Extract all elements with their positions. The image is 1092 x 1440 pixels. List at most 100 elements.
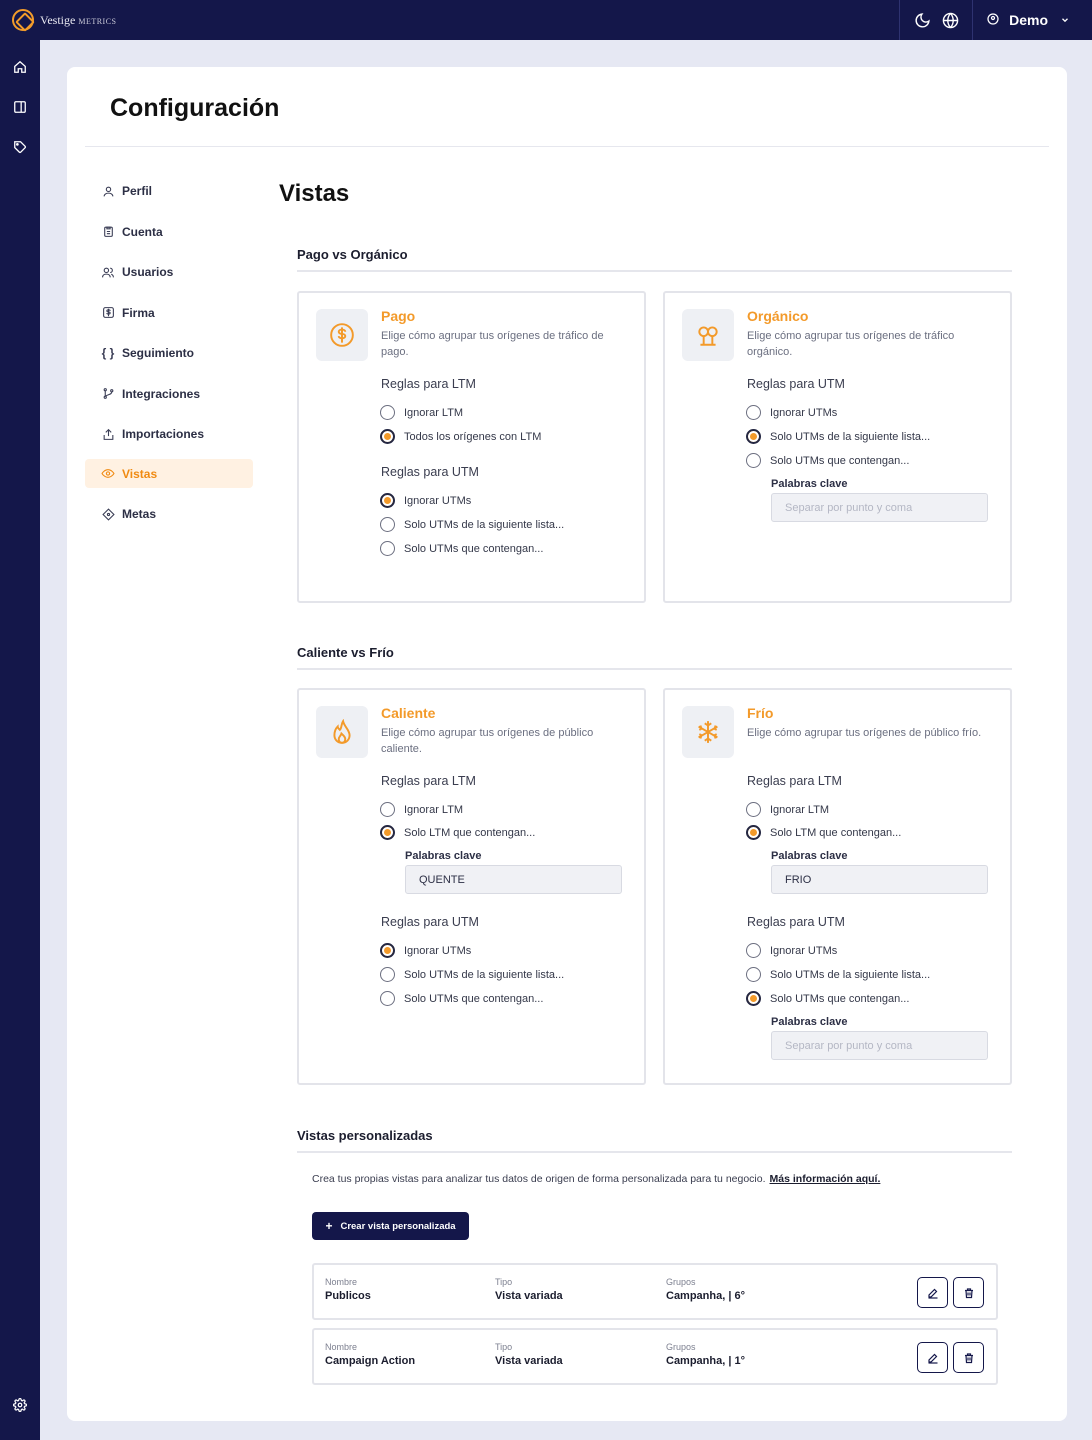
- radio-icon: [380, 405, 395, 420]
- cell-label: Grupos: [666, 1277, 696, 1287]
- keywords-label: Palabras clave: [405, 850, 482, 862]
- radio-utms-lista[interactable]: Solo UTMs de la siguiente lista...: [380, 967, 564, 982]
- rules-utm-heading: Reglas para UTM: [747, 915, 845, 929]
- delete-button[interactable]: [953, 1277, 984, 1308]
- radio-ltm-contengan[interactable]: Solo LTM que contengan...: [380, 825, 535, 840]
- radio-ignorar-utms[interactable]: Ignorar UTMs: [746, 943, 837, 958]
- radio-ignorar-ltm[interactable]: Ignorar LTM: [380, 405, 463, 420]
- radio-utms-lista[interactable]: Solo UTMs de la siguiente lista...: [380, 517, 564, 532]
- cell-label: Grupos: [666, 1342, 696, 1352]
- top-bar: Vestige Metrics Demo: [0, 0, 1092, 40]
- section-title-paid-organic: Pago vs Orgánico: [297, 247, 408, 262]
- nav-item-cuenta[interactable]: Cuenta: [85, 212, 253, 252]
- cell-value: Campaign Action: [325, 1355, 416, 1367]
- radio-icon: [746, 802, 761, 817]
- radio-label: Ignorar UTMs: [404, 944, 472, 957]
- brand-logo[interactable]: Vestige Metrics: [12, 9, 117, 31]
- radio-utms-lista[interactable]: Solo UTMs de la siguiente lista...: [746, 967, 930, 982]
- nav-item-importaciones[interactable]: Importaciones: [85, 414, 253, 454]
- keywords-input[interactable]: Separar por punto y coma: [771, 1031, 988, 1060]
- keywords-input[interactable]: Separar por punto y coma: [771, 493, 988, 522]
- intro-text: Crea tus propias vistas para analizar tu…: [312, 1173, 766, 1185]
- plus-icon: +: [325, 1219, 333, 1233]
- radio-utms-lista[interactable]: Solo UTMs de la siguiente lista...: [746, 429, 930, 444]
- tag-icon[interactable]: [10, 137, 30, 157]
- nav-item-perfil[interactable]: Perfil: [85, 171, 253, 211]
- radio-icon: [746, 453, 761, 468]
- section-heading: Vistas: [279, 180, 350, 207]
- flame-icon: [316, 706, 368, 758]
- radio-label: Solo UTMs que contengan...: [770, 992, 910, 1005]
- radio-utms-contengan[interactable]: Solo UTMs que contengan...: [746, 453, 909, 468]
- radio-todos-origenes-ltm[interactable]: Todos los orígenes con LTM: [380, 429, 541, 444]
- panel-caliente: Caliente Elige cómo agrupar tus orígenes…: [297, 688, 646, 1085]
- radio-label: Ignorar UTMs: [770, 944, 838, 957]
- cell-label: Tipo: [495, 1342, 513, 1352]
- nav-item-integraciones[interactable]: Integraciones: [85, 374, 253, 414]
- gear-icon[interactable]: [10, 1395, 30, 1415]
- nav-label: Firma: [122, 305, 155, 320]
- edit-button[interactable]: [917, 1277, 948, 1308]
- cell-value: Campanha, | 6°: [666, 1290, 745, 1302]
- radio-label: Solo UTMs de la siguiente lista...: [404, 968, 565, 981]
- radio-icon: [380, 825, 395, 840]
- nav-label: Vistas: [122, 466, 158, 481]
- radio-utms-contengan[interactable]: Solo UTMs que contengan...: [380, 541, 543, 556]
- cell-label: Nombre: [325, 1277, 358, 1287]
- panel-icon[interactable]: [10, 97, 30, 117]
- panel-title: Frío: [747, 705, 774, 721]
- panel-description: Elige cómo agrupar tus orígenes de públi…: [381, 727, 594, 755]
- user-menu[interactable]: Demo: [973, 12, 1092, 28]
- radio-label: Solo UTMs de la siguiente lista...: [770, 430, 931, 443]
- divider: [297, 1151, 1012, 1153]
- radio-icon: [746, 825, 761, 840]
- cell-groups: Grupos Campanha, | 6°: [666, 1277, 745, 1302]
- cell-value: Publicos: [325, 1290, 371, 1302]
- keywords-label: Palabras clave: [771, 1016, 848, 1028]
- divider: [85, 146, 1049, 147]
- rules-utm-heading: Reglas para UTM: [381, 915, 479, 929]
- radio-utms-contengan[interactable]: Solo UTMs que contengan...: [746, 991, 909, 1006]
- keywords-input[interactable]: FRIO: [771, 865, 988, 894]
- settings-card: Configuración Perfil Cuenta Usuarios Fir…: [67, 67, 1067, 1421]
- create-view-button[interactable]: + Crear vista personalizada: [312, 1212, 469, 1240]
- radio-icon: [380, 493, 395, 508]
- radio-icon: [380, 943, 395, 958]
- panel-frio: Frío Elige cómo agrupar tus orígenes de …: [663, 688, 1012, 1085]
- nav-item-metas[interactable]: Metas: [85, 494, 253, 534]
- radio-ltm-contengan[interactable]: Solo LTM que contengan...: [746, 825, 901, 840]
- nav-label: Integraciones: [122, 386, 201, 401]
- panel-title: Pago: [381, 308, 416, 324]
- rules-ltm-heading: Reglas para LTM: [381, 377, 476, 391]
- nav-item-seguimiento[interactable]: { } Seguimiento: [85, 333, 253, 373]
- radio-icon: [380, 802, 395, 817]
- radio-label: Solo UTMs que contengan...: [770, 454, 910, 467]
- more-info-link[interactable]: Más información aquí.: [770, 1173, 881, 1185]
- radio-ignorar-utms[interactable]: Ignorar UTMs: [380, 943, 471, 958]
- home-icon[interactable]: [10, 57, 30, 77]
- radio-ignorar-ltm[interactable]: Ignorar LTM: [380, 802, 463, 817]
- pencil-icon: [927, 1353, 937, 1364]
- delete-button[interactable]: [953, 1342, 984, 1373]
- table-row: Nombre Campaign Action Tipo Vista variada …: [312, 1328, 998, 1385]
- logo-icon: [12, 9, 34, 31]
- cell-type: Tipo Vista variada: [495, 1342, 563, 1367]
- nav-item-vistas[interactable]: Vistas: [85, 459, 253, 488]
- nav-item-firma[interactable]: Firma: [85, 293, 253, 333]
- rules-utm-heading: Reglas para UTM: [747, 377, 845, 391]
- moon-icon[interactable]: [908, 6, 936, 34]
- radio-utms-contengan[interactable]: Solo UTMs que contengan...: [380, 991, 543, 1006]
- keywords-input[interactable]: QUENTE: [405, 865, 622, 894]
- radio-label: Solo UTMs de la siguiente lista...: [770, 968, 931, 981]
- radio-ignorar-utms[interactable]: Ignorar UTMs: [380, 493, 471, 508]
- radio-icon: [746, 405, 761, 420]
- nav-item-usuarios[interactable]: Usuarios: [85, 252, 253, 292]
- dollar-square-icon: [100, 305, 116, 321]
- users-icon: [100, 264, 116, 280]
- diamond-icon: [100, 506, 116, 522]
- nav-label: Metas: [122, 507, 157, 521]
- radio-ignorar-utms[interactable]: Ignorar UTMs: [746, 405, 837, 420]
- radio-ignorar-ltm[interactable]: Ignorar LTM: [746, 802, 829, 817]
- edit-button[interactable]: [917, 1342, 948, 1373]
- globe-icon[interactable]: [936, 6, 964, 34]
